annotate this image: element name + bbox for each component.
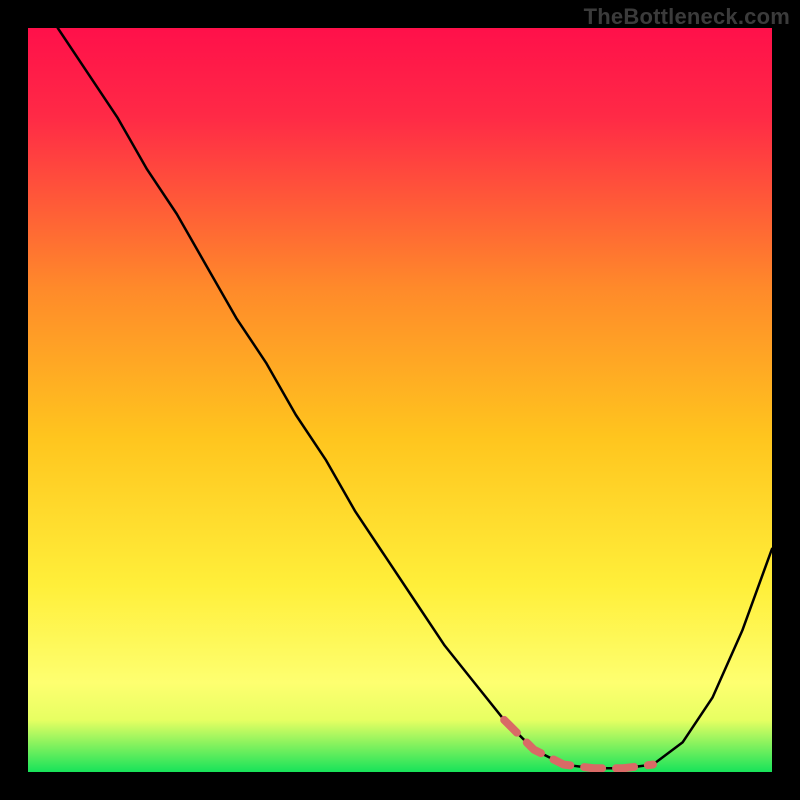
chart-frame: TheBottleneck.com: [0, 0, 800, 800]
watermark-text: TheBottleneck.com: [584, 4, 790, 30]
bottleneck-curve: [28, 28, 772, 772]
plot-area: [28, 28, 772, 772]
